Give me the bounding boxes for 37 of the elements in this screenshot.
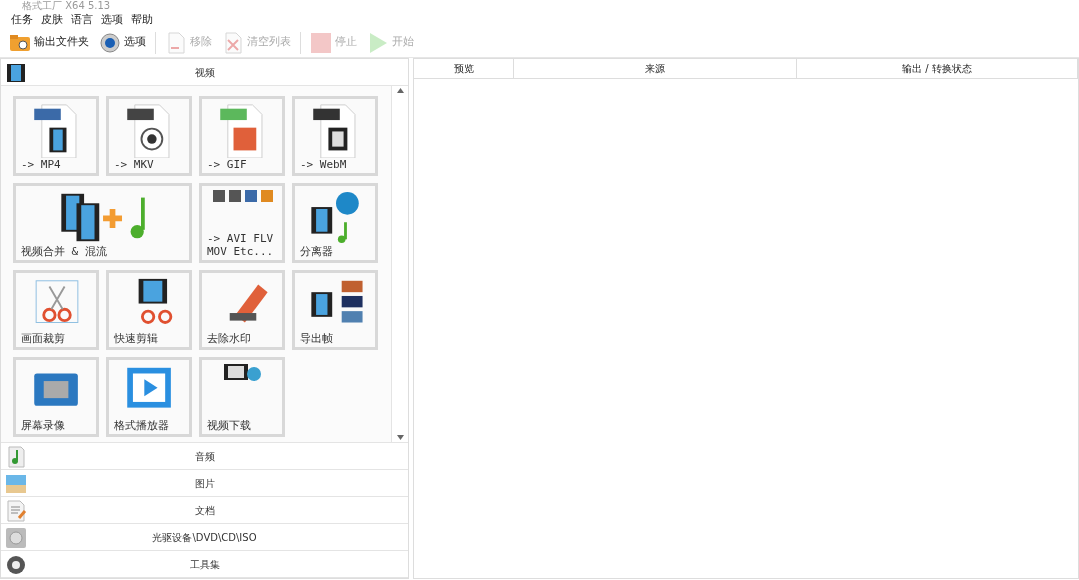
category-header[interactable]: 文档 bbox=[1, 497, 408, 524]
menu-item[interactable]: 语言 bbox=[68, 11, 96, 30]
tool-tile[interactable]: 去除水印 bbox=[199, 270, 285, 350]
document-icon bbox=[165, 31, 187, 54]
category-header[interactable]: 音频 bbox=[1, 443, 408, 470]
tool-tile[interactable]: -> GIF bbox=[199, 96, 285, 176]
tool-tile[interactable]: -> WebM bbox=[292, 96, 378, 176]
column-header[interactable]: 来源 bbox=[514, 59, 797, 79]
toolbar-button[interactable]: 选项 bbox=[96, 29, 149, 56]
tool-tile[interactable]: 快速剪辑 bbox=[106, 270, 192, 350]
tool-tile[interactable]: -> MP4 bbox=[13, 96, 99, 176]
tool-tile[interactable]: 视频合并 & 混流 bbox=[13, 183, 192, 263]
menu-item[interactable]: 皮肤 bbox=[38, 11, 66, 30]
column-header[interactable]: 输出 / 转换状态 bbox=[797, 59, 1078, 79]
tool-tile[interactable]: 视频下载 bbox=[199, 357, 285, 437]
window-title: 格式工厂 X64 5.13 bbox=[21, 0, 112, 13]
cross-icon bbox=[222, 31, 244, 54]
document-icon bbox=[5, 500, 27, 522]
toolbar-button[interactable]: 输出文件夹 bbox=[6, 29, 92, 56]
tool-tile[interactable]: -> AVI FLV MOV Etc... bbox=[199, 183, 285, 263]
formats-icon bbox=[213, 190, 273, 202]
film-icon bbox=[5, 62, 27, 84]
column-header[interactable]: 预览 bbox=[414, 59, 514, 79]
landscape-icon bbox=[5, 473, 27, 495]
film-globe-icon bbox=[224, 364, 262, 381]
tool-tile[interactable]: 格式播放器 bbox=[106, 357, 192, 437]
stop-icon bbox=[310, 31, 332, 54]
tool-tile[interactable]: 分离器 bbox=[292, 183, 378, 263]
tool-tile[interactable]: 画面裁剪 bbox=[13, 270, 99, 350]
tool-tile[interactable]: 屏幕录像 bbox=[13, 357, 99, 437]
menu-item[interactable]: 帮助 bbox=[128, 11, 156, 30]
play-icon bbox=[367, 31, 389, 54]
music-note-icon bbox=[5, 446, 27, 468]
menu-item[interactable]: 选项 bbox=[98, 11, 126, 30]
tool-tile[interactable]: 导出帧 bbox=[292, 270, 378, 350]
menu-item[interactable]: 任务 bbox=[8, 11, 36, 30]
tool-tile[interactable]: -> MKV bbox=[106, 96, 192, 176]
